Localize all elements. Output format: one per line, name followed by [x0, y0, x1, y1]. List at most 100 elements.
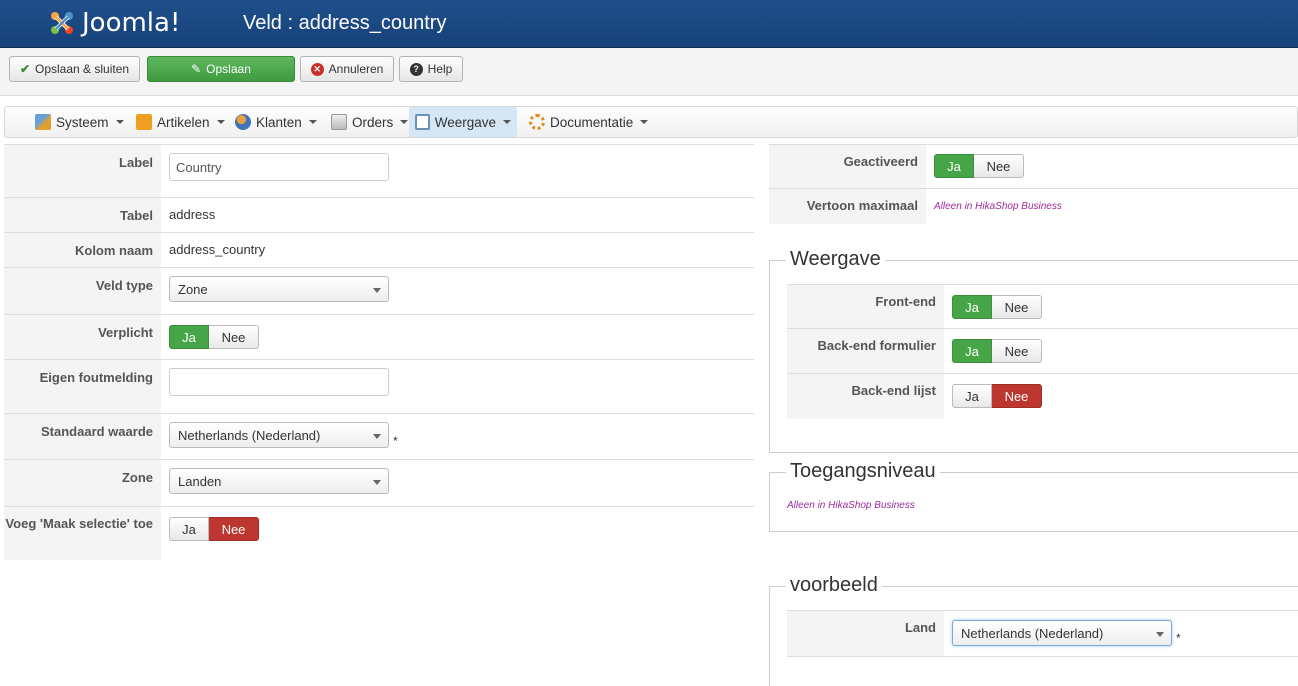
help-button[interactable]: ? Help	[399, 56, 463, 82]
joomla-logo[interactable]: Joomla!	[46, 6, 180, 40]
tools-icon	[35, 114, 51, 130]
chevron-down-icon	[373, 288, 381, 293]
no-option[interactable]: Nee	[209, 517, 259, 541]
field-label: Tabel	[4, 198, 161, 232]
yes-option[interactable]: Ja	[952, 384, 992, 408]
activated-toggle: Ja Nee	[934, 154, 1024, 178]
box-icon	[136, 114, 152, 130]
field-row-zone: Zone Landen	[4, 460, 754, 507]
menu-item-systeem[interactable]: Systeem	[29, 107, 130, 137]
label-input[interactable]: Country	[169, 153, 389, 181]
field-label: Eigen foutmelding	[4, 360, 161, 413]
required-toggle: Ja Nee	[169, 325, 259, 349]
caret-icon	[640, 120, 649, 124]
country-example-select[interactable]: Netherlands (Nederland)	[952, 620, 1172, 646]
select-value: Landen	[178, 474, 222, 489]
cancel-button[interactable]: ✕ Annuleren	[300, 56, 394, 82]
field-label: Zone	[4, 460, 161, 506]
field-label: Veld type	[4, 268, 161, 314]
menu-label: Artikelen	[157, 114, 210, 130]
field-row-add-select: Voeg 'Maak selectie' toe Ja Nee	[4, 507, 754, 560]
menu-item-weergave[interactable]: Weergave	[409, 107, 517, 137]
caret-icon	[503, 120, 511, 124]
add-select-toggle: Ja Nee	[169, 517, 259, 541]
error-message-input[interactable]	[169, 368, 389, 396]
field-row-column: Kolom naam address_country	[4, 233, 754, 268]
field-label: Land	[787, 611, 944, 656]
help-ring-icon	[529, 114, 545, 130]
field-row-country-example: Land Netherlands (Nederland) *	[787, 610, 1298, 657]
save-close-button[interactable]: ✔ Opslaan & sluiten	[9, 56, 140, 82]
select-value: Netherlands (Nederland)	[178, 428, 321, 443]
users-icon	[235, 114, 251, 130]
no-option[interactable]: Nee	[992, 295, 1042, 319]
menu-label: Klanten	[256, 114, 302, 130]
field-label: Back-end formulier	[787, 329, 944, 373]
zone-select[interactable]: Landen	[169, 468, 389, 494]
no-option[interactable]: Nee	[992, 384, 1042, 408]
menu-label: Weergave	[434, 114, 496, 130]
backend-list-toggle: Ja Nee	[952, 384, 1042, 408]
field-label: Front-end	[787, 285, 944, 328]
field-label: Verplicht	[4, 315, 161, 359]
table-value: address	[169, 207, 216, 222]
field-label: Label	[4, 145, 161, 197]
caret-icon	[216, 120, 225, 124]
example-legend: voorbeeld	[786, 574, 882, 597]
header-bar: Joomla! Veld : address_country	[0, 0, 1298, 48]
field-label: Back-end lijst	[787, 374, 944, 419]
yes-option[interactable]: Ja	[952, 295, 992, 319]
select-value: Zone	[178, 282, 208, 297]
menu-item-artikelen[interactable]: Artikelen	[130, 107, 231, 137]
column-value: address_country	[169, 242, 266, 257]
caret-icon	[308, 120, 317, 124]
chevron-down-icon	[373, 480, 381, 485]
yes-option[interactable]: Ja	[934, 154, 974, 178]
save-button[interactable]: ✎ Opslaan	[147, 56, 295, 82]
field-row-backend-form: Back-end formulier Ja Nee	[787, 329, 1298, 374]
chevron-down-icon	[1156, 632, 1164, 637]
caret-icon	[115, 120, 124, 124]
field-label: Geactiveerd	[769, 145, 926, 188]
field-row-table: Tabel address	[4, 198, 754, 233]
field-label: Vertoon maximaal	[769, 189, 926, 224]
logo-text: Joomla!	[82, 8, 181, 38]
field-row-required: Verplicht Ja Nee	[4, 315, 754, 360]
yes-option[interactable]: Ja	[952, 339, 992, 363]
menu-item-orders[interactable]: Orders	[325, 107, 414, 137]
field-row-error: Eigen foutmelding	[4, 360, 754, 414]
menu-item-klanten[interactable]: Klanten	[229, 107, 323, 137]
field-row-default: Standaard waarde Netherlands (Nederland)…	[4, 414, 754, 460]
main-menu: Systeem Artikelen Klanten Orders Weergav…	[4, 106, 1298, 138]
field-type-select[interactable]: Zone	[169, 276, 389, 302]
display-icon	[415, 114, 430, 130]
menu-item-documentatie[interactable]: Documentatie	[523, 107, 654, 137]
yes-option[interactable]: Ja	[169, 325, 209, 349]
caret-icon	[400, 120, 409, 124]
no-option[interactable]: Nee	[974, 154, 1024, 178]
default-value-select[interactable]: Netherlands (Nederland)	[169, 422, 389, 448]
no-option[interactable]: Nee	[992, 339, 1042, 363]
display-legend: Weergave	[786, 248, 885, 271]
field-label: Voeg 'Maak selectie' toe	[4, 507, 161, 560]
frontend-toggle: Ja Nee	[952, 295, 1042, 319]
yes-option[interactable]: Ja	[169, 517, 209, 541]
joomla-logo-icon	[51, 12, 73, 34]
cancel-icon: ✕	[310, 62, 324, 76]
field-label: Standaard waarde	[4, 414, 161, 459]
field-row-label: Label Country	[4, 144, 754, 198]
check-icon: ✔	[19, 62, 30, 76]
page-title: Veld : address_country	[243, 12, 447, 34]
select-value: Netherlands (Nederland)	[961, 626, 1104, 641]
no-option[interactable]: Nee	[209, 325, 259, 349]
toolbar: ✔ Opslaan & sluiten ✎ Opslaan ✕ Annulere…	[0, 48, 1298, 96]
help-icon: ?	[409, 62, 423, 76]
field-row-activated: Geactiveerd Ja Nee	[769, 144, 1298, 189]
field-row-type: Veld type Zone	[4, 268, 754, 315]
field-row-max-display: Vertoon maximaal Alleen in HikaShop Busi…	[769, 189, 1298, 224]
menu-label: Documentatie	[550, 114, 634, 130]
cancel-label: Annuleren	[328, 62, 384, 76]
access-legend: Toegangsniveau	[786, 460, 940, 483]
save-label: Opslaan	[206, 62, 251, 76]
help-label: Help	[427, 62, 453, 76]
